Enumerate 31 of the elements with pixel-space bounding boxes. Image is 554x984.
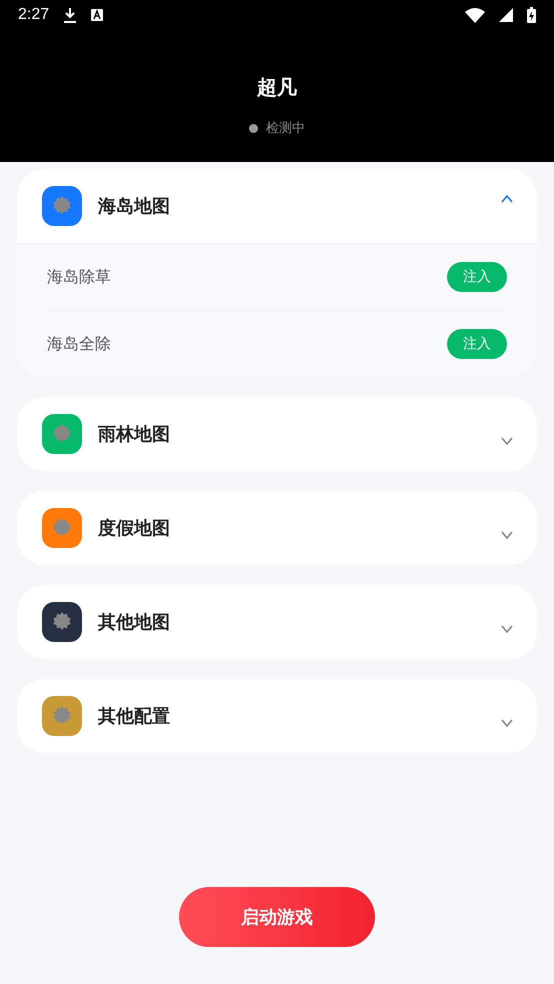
- gear-icon: [51, 423, 73, 445]
- status-text: 检测中: [266, 120, 305, 137]
- section-title: 其他地图: [98, 611, 171, 634]
- chevron-up-icon[interactable]: [501, 195, 513, 203]
- battery-icon: [527, 7, 536, 23]
- section-header[interactable]: 其他配置: [17, 679, 537, 753]
- chevron-down-icon[interactable]: [501, 719, 513, 727]
- section-title: 度假地图: [98, 517, 171, 540]
- notification-icon: [91, 9, 104, 21]
- status-dot: [249, 124, 258, 132]
- chevron-down-icon[interactable]: [501, 625, 513, 633]
- launch-game-button[interactable]: 启动游戏: [179, 887, 375, 947]
- app-title: 超凡: [256, 74, 298, 101]
- section-header[interactable]: 雨林地图: [17, 397, 537, 471]
- chevron-down-icon[interactable]: [501, 531, 513, 539]
- option-label: 海岛全除: [47, 334, 111, 354]
- download-icon: [63, 7, 78, 23]
- section-title: 雨林地图: [98, 423, 171, 446]
- signal-icon: [499, 8, 513, 22]
- gear-icon: [51, 517, 73, 539]
- chevron-down-icon[interactable]: [501, 437, 513, 445]
- clock: 2:27: [18, 6, 50, 24]
- option-label: 海岛除草: [47, 266, 111, 288]
- wifi-icon: [465, 8, 485, 22]
- section-title: 其他配置: [98, 705, 171, 728]
- gear-icon: [51, 705, 73, 727]
- section-title: 海岛地图: [98, 195, 171, 218]
- gear-icon: [51, 195, 73, 217]
- section-header[interactable]: 度假地图: [17, 491, 537, 565]
- gear-icon: [51, 611, 73, 633]
- section-header[interactable]: 其他地图: [17, 585, 537, 659]
